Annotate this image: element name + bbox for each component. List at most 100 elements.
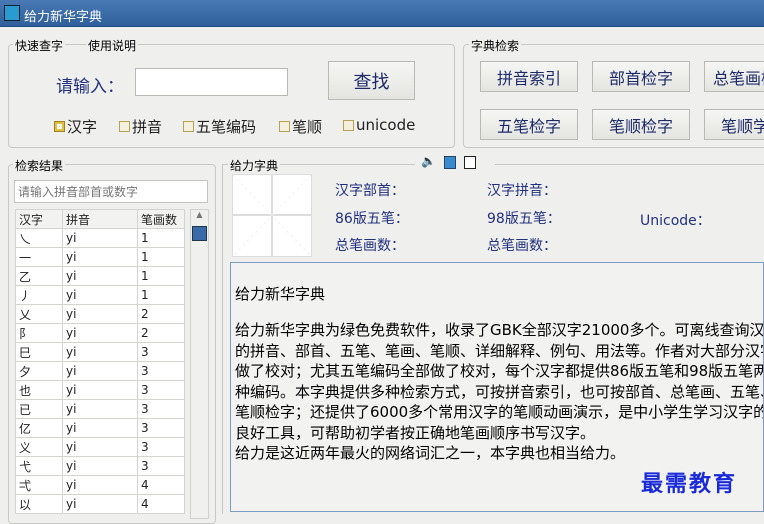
text-line: 种编码。本字典提供多种检索方式，可按拼音索引，也可按部首、总笔画、五笔、 [235,382,764,401]
table-row[interactable]: 丿 yi 1 [15,285,185,305]
search-input[interactable] [135,68,288,96]
results-table: 汉字 拼音 笔画数 乀 yi 1 一 yi 1 乙 yi 1 丿 yi 1 乂 yi 2 阝 yi 2 巳 yi 3 夕 y… [15,209,185,514]
cell-hanzi: 以 [15,494,63,514]
table-row[interactable]: 乀 yi 1 [15,228,185,248]
column-header-hanzi[interactable]: 汉字 [15,209,63,229]
cell-pinyin: yi [62,304,138,324]
cell-pinyin: yi [62,266,138,286]
option-wubi[interactable]: 五笔编码 [183,116,256,137]
cell-strokes: 1 [137,247,185,267]
column-header-pinyin[interactable]: 拼音 [62,209,138,229]
detail-border [222,164,223,514]
app-icon [4,5,20,21]
table-row[interactable]: 亿 yi 3 [15,418,185,438]
input-label: 请输入： [56,77,124,97]
cell-hanzi: 乀 [15,228,63,248]
cell-strokes: 3 [137,399,185,419]
wubi-search-button[interactable]: 五笔检字 [480,109,578,140]
window-title: 给力新华字典 [24,10,103,25]
scroll-up-icon[interactable]: ▲ [191,210,208,224]
option-hanzi[interactable]: 汉字 [54,116,97,137]
option-label: 五笔编码 [196,118,257,136]
table-row[interactable]: 巳 yi 3 [15,342,185,362]
strokes-label-2: 总笔画数： [487,238,557,254]
table-row[interactable]: 已 yi 3 [15,399,185,419]
cell-strokes: 2 [137,304,185,324]
paste-icon[interactable] [463,156,476,169]
strokes-label-1: 总笔画数： [335,238,405,254]
cell-strokes: 4 [137,475,185,495]
cell-strokes: 3 [137,418,185,438]
cell-hanzi: 阝 [15,323,63,343]
stroke-order-learn-button[interactable]: 笔顺学习 [704,109,764,140]
cell-strokes: 1 [137,266,185,286]
speaker-icon[interactable]: 🔈 [421,154,436,172]
dict-search-title: 字典检索 [469,37,522,54]
stroke-order-search-button[interactable]: 笔顺检字 [592,109,690,140]
table-row[interactable]: 义 yi 3 [15,437,185,457]
option-label: 笔顺 [292,118,323,136]
text-line: 良好工具，可帮助初学者按正确地笔画顺序书写汉字。 [235,423,596,442]
cell-strokes: 3 [137,361,185,381]
checkbox-icon [119,121,130,132]
scroll-thumb[interactable] [192,226,207,241]
cell-pinyin: yi [62,361,138,381]
checkbox-icon [54,121,65,132]
checkbox-icon [183,121,194,132]
tab-quick-search[interactable]: 快速查字 [13,37,66,54]
pinyin-index-button[interactable]: 拼音索引 [480,61,578,92]
cell-strokes: 1 [137,228,185,248]
cell-pinyin: yi [62,342,138,362]
checkbox-icon [279,121,290,132]
cell-strokes: 4 [137,494,185,514]
cell-strokes: 3 [137,380,185,400]
pinyin-label: 汉字拼音： [487,183,557,199]
cell-hanzi: 弌 [15,475,63,495]
tab-usage[interactable]: 使用说明 [86,37,139,54]
cell-pinyin: yi [62,494,138,514]
detail-title: 给力字典 [228,157,281,174]
cell-pinyin: yi [62,475,138,495]
table-row[interactable]: 也 yi 3 [15,380,185,400]
radical-search-button[interactable]: 部首检字 [592,61,690,92]
checkbox-icon [343,119,354,131]
option-bishun[interactable]: 笔顺 [279,116,322,137]
cell-strokes: 3 [137,342,185,362]
table-row[interactable]: 弋 yi 3 [15,456,185,476]
cell-hanzi: 也 [15,380,63,400]
table-row[interactable]: 夕 yi 3 [15,361,185,381]
option-pinyin[interactable]: 拼音 [119,116,162,137]
table-row[interactable]: 弌 yi 4 [15,475,185,495]
filter-input[interactable] [14,180,208,203]
cell-hanzi: 已 [15,399,63,419]
cell-strokes: 3 [137,437,185,457]
text-line: 笔顺检字；还提供了6000多个常用汉字的笔顺动画演示，是中小学生学习汉字的 [235,403,764,421]
table-row[interactable]: 以 yi 4 [15,494,185,514]
tianzige-grid-icon [232,174,312,257]
text-line: 给力新华字典为绿色免费软件，收录了GBK全部汉字21000多个。可离线查询汉字 [235,321,764,339]
results-scrollbar[interactable]: ▲ [190,209,209,519]
title-bar: 给力新华字典 [0,0,764,27]
column-header-strokes[interactable]: 笔画数 [137,209,185,229]
find-button[interactable]: 查找 [328,61,415,100]
option-label: 汉字 [67,118,98,136]
table-row[interactable]: 乙 yi 1 [15,266,185,286]
cell-hanzi: 巳 [15,342,63,362]
cell-hanzi: 弋 [15,456,63,476]
table-row[interactable]: 一 yi 1 [15,247,185,267]
cell-strokes: 3 [137,456,185,476]
table-row[interactable]: 乂 yi 2 [15,304,185,324]
results-title: 检索结果 [13,157,66,174]
cell-pinyin: yi [62,399,138,419]
stroke-count-button[interactable]: 总笔画检字 [704,61,764,92]
cell-strokes: 1 [137,285,185,305]
detail-toolbar: 🔈 [415,154,495,172]
unicode-label: Unicode： [640,213,711,229]
stroke-animation-box [232,174,312,257]
option-unicode[interactable]: unicode [343,116,415,134]
wubi98-label: 98版五笔： [487,211,561,227]
cell-pinyin: yi [62,456,138,476]
copy-icon[interactable] [443,156,456,169]
table-row[interactable]: 阝 yi 2 [15,323,185,343]
wubi86-label: 86版五笔： [335,211,409,227]
